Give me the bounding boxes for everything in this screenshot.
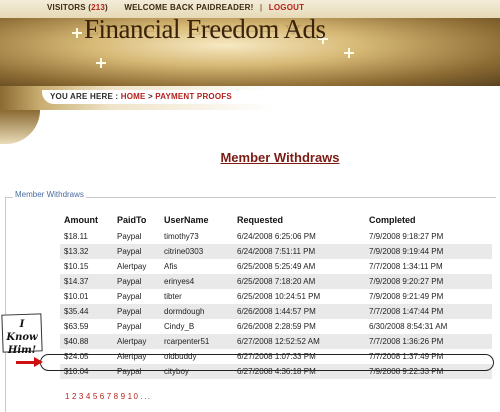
cell-completed: 6/30/2008 8:54:31 AM xyxy=(369,322,448,331)
fieldset-legend: Member Withdraws xyxy=(13,190,86,199)
pagination-page-link[interactable]: 7 xyxy=(107,392,113,401)
cell-amount: $35.44 xyxy=(64,307,89,316)
cell-completed: 7/9/2008 9:18:27 PM xyxy=(369,232,444,241)
visitors-close: ) xyxy=(105,3,108,12)
cell-username: erinyes4 xyxy=(164,277,195,286)
breadcrumb: YOU ARE HERE : HOME > PAYMENT PROOFS xyxy=(50,92,232,101)
pagination-page-link[interactable]: 1 xyxy=(65,392,71,401)
breadcrumb-home-link[interactable]: HOME xyxy=(121,92,146,101)
cell-amount: $10.15 xyxy=(64,262,89,271)
pagination-page-link[interactable]: 4 xyxy=(86,392,92,401)
decorative-curve xyxy=(0,110,40,144)
sparkle-icon xyxy=(344,48,354,58)
table-row: $40.88 Alertpay rcarpenter51 6/27/2008 12:5… xyxy=(60,334,492,349)
cell-requested: 6/25/2008 5:25:49 AM xyxy=(237,262,316,271)
red-arrow-icon xyxy=(16,361,36,364)
cell-requested: 6/26/2008 2:28:59 PM xyxy=(237,322,316,331)
annotation-line-1: I Know xyxy=(6,319,38,343)
breadcrumb-band: YOU ARE HERE : HOME > PAYMENT PROOFS xyxy=(0,86,500,110)
annotation-line-2: Him! xyxy=(7,345,37,356)
top-bar-separator: | xyxy=(259,3,263,12)
cell-paidto: Paypal xyxy=(117,322,142,331)
cell-completed: 7/9/2008 9:19:44 PM xyxy=(369,247,444,256)
table-row: $10.01 Paypal tibter 6/25/2008 10:24:51 PM 7… xyxy=(60,289,492,304)
table-row: $14.37 Paypal erinyes4 6/25/2008 7:18:20 AM… xyxy=(60,274,492,289)
cell-amount: $14.37 xyxy=(64,277,89,286)
cell-amount: $13.32 xyxy=(64,247,89,256)
highlight-oval xyxy=(40,354,494,371)
cell-username: Cindy_B xyxy=(164,322,195,331)
welcome-message: WELCOME BACK PAIDREADER! xyxy=(124,3,254,12)
breadcrumb-current: PAYMENT PROOFS xyxy=(155,92,232,101)
cell-amount: $10.01 xyxy=(64,292,89,301)
cell-paidto: Paypal xyxy=(117,307,142,316)
table-row: $10.15 Alertpay Afis 6/25/2008 5:25:49 AM 7/… xyxy=(60,259,492,274)
pagination-page-link[interactable]: 3 xyxy=(79,392,85,401)
cell-username: tibter xyxy=(164,292,182,301)
cell-username: rcarpenter51 xyxy=(164,337,210,346)
cell-paidto: Alertpay xyxy=(117,337,147,346)
table-row: $35.44 Paypal dormdough 6/26/2008 1:44:57 P… xyxy=(60,304,492,319)
top-bar-status: VISITORS (213) WELCOME BACK PAIDREADER! … xyxy=(47,3,304,12)
cell-requested: 6/25/2008 7:18:20 AM xyxy=(237,277,316,286)
pagination-more-link[interactable]: ... xyxy=(140,392,151,401)
cell-username: timothy73 xyxy=(164,232,199,241)
cell-username: citrine0303 xyxy=(164,247,204,256)
pagination-page-link[interactable]: 2 xyxy=(72,392,78,401)
cell-requested: 6/27/2008 12:52:52 AM xyxy=(237,337,320,346)
breadcrumb-arrow: > xyxy=(147,92,153,101)
cell-amount: $40.88 xyxy=(64,337,89,346)
column-header-completed: Completed xyxy=(369,215,416,225)
table-row: $18.11 Paypal timothy73 6/24/2008 6:25:06 P… xyxy=(60,229,492,244)
column-header-requested: Requested xyxy=(237,215,284,225)
cell-completed: 7/9/2008 9:21:49 PM xyxy=(369,292,444,301)
pagination-page-link[interactable]: 9 xyxy=(121,392,127,401)
cell-requested: 6/25/2008 10:24:51 PM xyxy=(237,292,321,301)
cell-amount: $63.59 xyxy=(64,322,89,331)
table-header-row: Amount PaidTo UserName Requested Complet… xyxy=(60,213,492,229)
page-title-wrap: Member Withdraws xyxy=(0,150,500,165)
cell-completed: 7/9/2008 9:20:27 PM xyxy=(369,277,444,286)
cell-username: Afis xyxy=(164,262,178,271)
pagination: 12345678910... xyxy=(65,392,153,401)
table-row: $63.59 Paypal Cindy_B 6/26/2008 2:28:59 PM 6… xyxy=(60,319,492,334)
breadcrumb-prefix: YOU ARE HERE : xyxy=(50,92,119,101)
column-header-username: UserName xyxy=(164,215,209,225)
pagination-page-link[interactable]: 10 xyxy=(128,392,140,401)
cell-paidto: Paypal xyxy=(117,277,142,286)
column-header-amount: Amount xyxy=(64,215,98,225)
column-header-paidto: PaidTo xyxy=(117,215,147,225)
cell-completed: 7/7/2008 1:36:26 PM xyxy=(369,337,444,346)
visitors-label: VISITORS ( xyxy=(47,3,92,12)
cell-requested: 6/24/2008 6:25:06 PM xyxy=(237,232,316,241)
cell-amount: $18.11 xyxy=(64,232,88,241)
pagination-page-link[interactable]: 6 xyxy=(100,392,106,401)
cell-paidto: Paypal xyxy=(117,232,142,241)
sparkle-icon xyxy=(96,58,106,68)
annotation-text: I Know Him! xyxy=(4,318,40,357)
cell-requested: 6/26/2008 1:44:57 PM xyxy=(237,307,316,316)
cell-requested: 6/24/2008 7:51:11 PM xyxy=(237,247,316,256)
pagination-page-link[interactable]: 5 xyxy=(93,392,99,401)
cell-username: dormdough xyxy=(164,307,205,316)
sparkle-icon xyxy=(72,28,82,38)
cell-paidto: Paypal xyxy=(117,247,142,256)
visitors-count: 213 xyxy=(91,3,106,12)
red-arrow-head-icon xyxy=(34,357,43,367)
cell-paidto: Alertpay xyxy=(117,262,147,271)
pagination-page-link[interactable]: 8 xyxy=(114,392,120,401)
site-logo-reflection: Financial Freedom Ads xyxy=(84,21,326,39)
cell-paidto: Paypal xyxy=(117,292,142,301)
cell-completed: 7/7/2008 1:34:11 PM xyxy=(369,262,443,271)
cell-completed: 7/7/2008 1:47:44 PM xyxy=(369,307,444,316)
logout-link[interactable]: LOGOUT xyxy=(269,3,304,12)
page-title: Member Withdraws xyxy=(220,150,340,165)
table-row: $13.32 Paypal citrine0303 6/24/2008 7:51:11… xyxy=(60,244,492,259)
